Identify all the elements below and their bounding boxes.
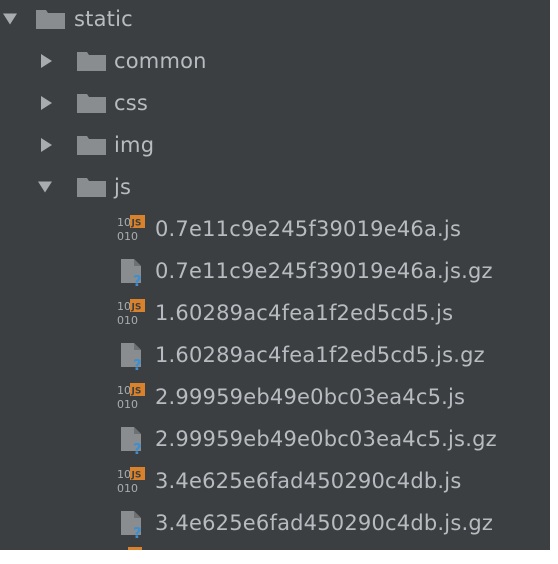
svg-text:JS: JS (131, 471, 142, 481)
chevron-right-icon[interactable] (41, 96, 52, 110)
unknown-file-icon: ? (121, 343, 142, 371)
tree-node-label: 2.99959eb49e0bc03ea4c5.js (155, 385, 466, 409)
chevron-right-icon[interactable] (41, 54, 52, 68)
tree-node-label: 3.4e625e6fad450290c4db.js (155, 469, 462, 493)
tree-file-js[interactable]: 10 010 JS 1.60289ac4fea1f2ed5cd5.js (0, 292, 550, 334)
svg-text:?: ? (133, 524, 142, 539)
tree-node-label: 1.60289ac4fea1f2ed5cd5.js (155, 301, 454, 325)
tree-node-js[interactable]: js (0, 166, 550, 208)
tree-node-img[interactable]: img (0, 124, 550, 166)
tree-file-js[interactable]: 10 010 JS 2.99959eb49e0bc03ea4c5.js (0, 376, 550, 418)
tree-node-label: 1.60289ac4fea1f2ed5cd5.js.gz (155, 343, 485, 367)
svg-text:010: 010 (117, 230, 138, 243)
js-file-icon-partial (128, 547, 142, 550)
unknown-file-icon: ? (121, 511, 142, 539)
svg-text:JS: JS (131, 219, 142, 229)
folder-icon (77, 136, 106, 155)
binary-js-file-icon: 10 010 JS (117, 215, 145, 243)
tree-node-label: img (114, 133, 155, 157)
chevron-down-icon[interactable] (3, 13, 17, 25)
chevron-down-icon[interactable] (38, 181, 52, 193)
project-tree-panel: static common css img js 10 010 JS 0.7e1… (0, 0, 550, 550)
chevron-right-icon[interactable] (41, 138, 52, 152)
tree-node-static[interactable]: static (0, 0, 550, 40)
binary-js-file-icon: 10 010 JS (117, 383, 145, 411)
unknown-file-icon: ? (121, 259, 142, 287)
binary-js-file-icon: 10 010 JS (117, 299, 145, 327)
folder-icon (77, 52, 106, 71)
tree-node-label: 0.7e11c9e245f39019e46a.js.gz (155, 259, 493, 283)
tree-file-gz[interactable]: ? 1.60289ac4fea1f2ed5cd5.js.gz (0, 334, 550, 376)
tree-file-js[interactable]: 10 010 JS 3.4e625e6fad450290c4db.js (0, 460, 550, 502)
svg-text:10: 10 (117, 384, 131, 397)
binary-js-file-icon: 10 010 JS (117, 467, 145, 495)
tree-node-label: js (114, 175, 132, 199)
svg-text:010: 010 (117, 482, 138, 495)
svg-text:JS: JS (131, 387, 142, 397)
svg-text:?: ? (133, 440, 142, 455)
folder-icon (36, 10, 65, 29)
tree-file-js[interactable]: 10 010 JS 0.7e11c9e245f39019e46a.js (0, 208, 550, 250)
unknown-file-icon: ? (121, 427, 142, 455)
svg-text:?: ? (133, 356, 142, 371)
svg-text:10: 10 (117, 300, 131, 313)
folder-icon (77, 94, 106, 113)
svg-text:010: 010 (117, 398, 138, 411)
svg-text:?: ? (133, 272, 142, 287)
tree-node-label: 0.7e11c9e245f39019e46a.js (155, 217, 462, 241)
tree-file-gz[interactable]: ? 3.4e625e6fad450290c4db.js.gz (0, 502, 550, 544)
svg-text:010: 010 (117, 314, 138, 327)
tree-node-label: 2.99959eb49e0bc03ea4c5.js.gz (155, 427, 497, 451)
tree-file-gz[interactable]: ? 0.7e11c9e245f39019e46a.js.gz (0, 250, 550, 292)
tree-node-label: static (74, 7, 133, 31)
svg-text:JS: JS (131, 303, 142, 313)
svg-text:10: 10 (117, 468, 131, 481)
tree-node-css[interactable]: css (0, 82, 550, 124)
tree-file-gz[interactable]: ? 2.99959eb49e0bc03ea4c5.js.gz (0, 418, 550, 460)
folder-icon (77, 178, 106, 197)
tree-node-label: common (114, 49, 207, 73)
tree-node-common[interactable]: common (0, 40, 550, 82)
svg-text:10: 10 (117, 216, 131, 229)
tree-node-label: css (114, 91, 149, 115)
tree-node-label: 3.4e625e6fad450290c4db.js.gz (155, 511, 494, 535)
